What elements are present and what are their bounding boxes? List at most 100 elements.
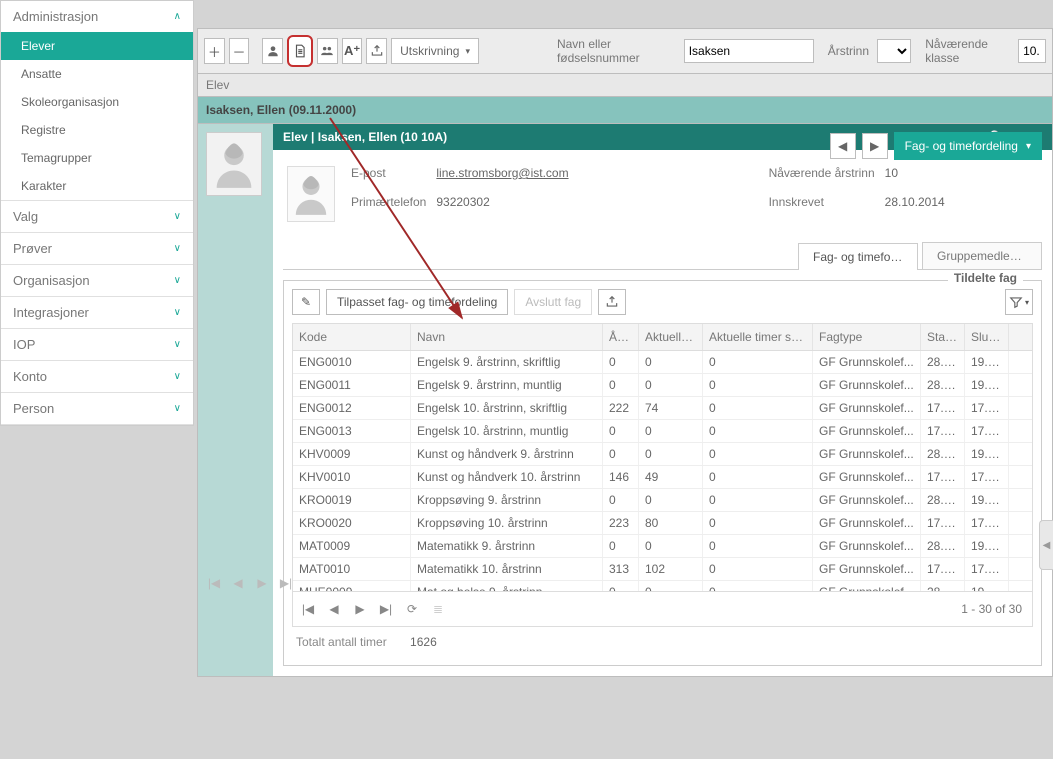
sidebar-section-organisasjon[interactable]: Organisasjon∨ [1, 265, 193, 296]
table-cell: MHE0009 [293, 581, 411, 591]
edit-icon-button[interactable]: ✎ [292, 289, 320, 315]
rec-prev-button[interactable]: ◀ [227, 572, 249, 594]
text-icon-button[interactable]: A⁺ [342, 38, 363, 64]
document-icon-button[interactable] [287, 35, 313, 67]
sidebar-section-valg[interactable]: Valg∨ [1, 201, 193, 232]
email-value[interactable]: line.stromsborg@ist.com [436, 166, 568, 193]
table-cell: 0 [703, 535, 813, 557]
tilpasset-button[interactable]: Tilpasset fag- og timefordeling [326, 289, 508, 315]
table-cell: 0 [639, 351, 703, 373]
table-cell: Kroppsøving 9. årstrinn [411, 489, 603, 511]
col-header[interactable]: Fagtype [813, 324, 921, 350]
search-input[interactable] [684, 39, 814, 63]
filter-icon-button[interactable]: ▾ [1005, 289, 1033, 315]
table-row[interactable]: KHV0009Kunst og håndverk 9. årstrinn000G… [293, 443, 1032, 466]
table-cell: KHV0010 [293, 466, 411, 488]
table-row[interactable]: ENG0012Engelsk 10. årstrinn, skriftlig22… [293, 397, 1032, 420]
page-prev-button[interactable]: ◀ [323, 598, 345, 620]
person-icon-button[interactable] [262, 38, 283, 64]
rec-last-button[interactable]: ▶| [275, 572, 297, 594]
columns-button[interactable]: ≣ [427, 598, 449, 620]
rec-first-button[interactable]: |◀ [203, 572, 225, 594]
table-cell: 0 [603, 374, 639, 396]
sidebar-section-iop[interactable]: IOP∨ [1, 329, 193, 360]
side-collapse-grip[interactable]: ◀ [1039, 520, 1053, 570]
table-cell: 0 [639, 489, 703, 511]
phone-value: 93220302 [436, 195, 568, 222]
grade-value: 10 [885, 166, 945, 193]
sidebar-item-registre[interactable]: Registre [1, 116, 193, 144]
main: ＋ － A⁺ Utskrivning ▾ Navn eller fødselsn… [197, 28, 1053, 759]
utskrivning-dropdown[interactable]: Utskrivning ▾ [391, 38, 479, 64]
table-cell: 17.0... [921, 420, 965, 442]
table-cell: 19.0... [965, 374, 1009, 396]
sidebar-section-integrasjoner[interactable]: Integrasjoner∨ [1, 297, 193, 328]
detail-panel: Elev | Isaksen, Ellen (10 10A) ❔ ▢ ✕ ◀ ▶… [273, 124, 1052, 676]
sidebar-section-prøver[interactable]: Prøver∨ [1, 233, 193, 264]
table-row[interactable]: KHV0010Kunst og håndverk 10. årstrinn146… [293, 466, 1032, 489]
table-row[interactable]: MHE0009Mat og helse 9. årstrinn000GF Gru… [293, 581, 1032, 591]
view-dropdown[interactable]: Fag- og timefordeling ▾ [894, 132, 1042, 160]
table-cell: 17.0... [921, 397, 965, 419]
col-header[interactable]: Slutt... [965, 324, 1009, 350]
sidebar-item-elever[interactable]: Elever [1, 32, 193, 60]
table-cell: GF Grunnskolef... [813, 581, 921, 591]
table-cell: ENG0010 [293, 351, 411, 373]
sidebar-section-konto[interactable]: Konto∨ [1, 361, 193, 392]
sidebar-section-administrasjon[interactable]: Administrasjon∧ [1, 1, 193, 32]
table-row[interactable]: MAT0009Matematikk 9. årstrinn000GF Grunn… [293, 535, 1032, 558]
sidebar-item-skoleorganisasjon[interactable]: Skoleorganisasjon [1, 88, 193, 116]
page-first-button[interactable]: |◀ [297, 598, 319, 620]
next-record-button[interactable]: ▶ [862, 133, 888, 159]
col-header[interactable]: Årst... [603, 324, 639, 350]
table-cell: 28.1... [921, 374, 965, 396]
sidebar-item-karakter[interactable]: Karakter [1, 172, 193, 200]
tab-fag-timefordeling[interactable]: Fag- og timefordeling [798, 243, 918, 270]
export-icon-button[interactable] [366, 38, 387, 64]
table-cell: GF Grunnskolef... [813, 512, 921, 534]
arstrinn-label: Årstrinn [828, 44, 869, 58]
table-cell: 74 [639, 397, 703, 419]
add-button[interactable]: ＋ [204, 38, 225, 64]
col-header[interactable]: Navn [411, 324, 603, 350]
klasse-input[interactable] [1018, 39, 1046, 63]
table-footer: |◀ ◀ ▶ ▶| ⟳ ≣ 1 - 30 of 30 [293, 591, 1032, 626]
utskrivning-label: Utskrivning [400, 44, 459, 58]
panel-export-button[interactable] [598, 289, 626, 315]
table-cell: 223 [603, 512, 639, 534]
record-nav: |◀ ◀ ▶ ▶| [199, 568, 301, 598]
remove-button[interactable]: － [229, 38, 250, 64]
col-header[interactable]: Aktuelle timer spes... [703, 324, 813, 350]
refresh-button[interactable]: ⟳ [401, 598, 423, 620]
table-row[interactable]: ENG0010Engelsk 9. årstrinn, skriftlig000… [293, 351, 1032, 374]
table-cell: 0 [703, 489, 813, 511]
sidebar-section-person[interactable]: Person∨ [1, 393, 193, 424]
table-row[interactable]: ENG0011Engelsk 9. årstrinn, muntlig000GF… [293, 374, 1032, 397]
arstrinn-select[interactable] [877, 39, 911, 63]
table-cell: 0 [703, 512, 813, 534]
tab-gruppemedlemskap[interactable]: Gruppemedlemskap [922, 242, 1042, 269]
col-header[interactable]: Kode [293, 324, 411, 350]
table-cell: 0 [603, 489, 639, 511]
panel-title: Elev | Isaksen, Ellen (10 10A) [283, 130, 447, 144]
enrolled-label: Innskrevet [769, 195, 875, 222]
table-row[interactable]: KRO0019Kroppsøving 9. årstrinn000GF Grun… [293, 489, 1032, 512]
col-header[interactable]: Aktuelle ... [639, 324, 703, 350]
sidebar-item-temagrupper[interactable]: Temagrupper [1, 144, 193, 172]
col-header[interactable]: Start... [921, 324, 965, 350]
page-last-button[interactable]: ▶| [375, 598, 397, 620]
group-icon-button[interactable] [317, 38, 338, 64]
breadcrumb-level2[interactable]: Isaksen, Ellen (09.11.2000) [197, 97, 1053, 124]
student-info: E-post line.stromsborg@ist.com Primærtel… [273, 150, 1052, 232]
rec-next-button[interactable]: ▶ [251, 572, 273, 594]
table-body[interactable]: ENG0010Engelsk 9. årstrinn, skriftlig000… [293, 351, 1032, 591]
sidebar-item-ansatte[interactable]: Ansatte [1, 60, 193, 88]
table-row[interactable]: MAT0010Matematikk 10. årstrinn3131020GF … [293, 558, 1032, 581]
table-cell: Engelsk 9. årstrinn, skriftlig [411, 351, 603, 373]
klasse-label: Nåværende klasse [925, 37, 1010, 65]
prev-record-button[interactable]: ◀ [830, 133, 856, 159]
page-next-button[interactable]: ▶ [349, 598, 371, 620]
table-cell: GF Grunnskolef... [813, 535, 921, 557]
table-row[interactable]: KRO0020Kroppsøving 10. årstrinn223800GF … [293, 512, 1032, 535]
table-row[interactable]: ENG0013Engelsk 10. årstrinn, muntlig000G… [293, 420, 1032, 443]
